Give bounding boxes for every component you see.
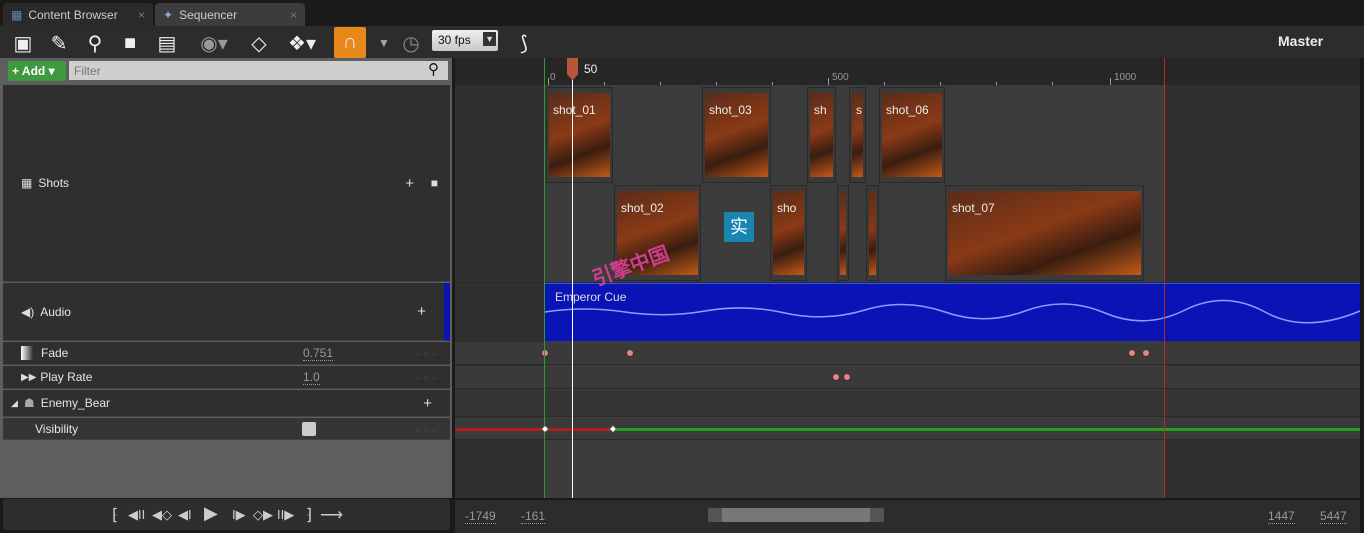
snap-dropdown-icon[interactable]: ▼ [370, 29, 398, 57]
playhead-line [572, 70, 573, 498]
fade-keyframe[interactable] [625, 349, 634, 357]
shot-clip[interactable] [866, 185, 879, 281]
close-icon[interactable]: × [290, 8, 297, 22]
view-end-value[interactable]: 5447 [1320, 509, 1347, 524]
track-audio[interactable]: ◀) Audio + [3, 283, 450, 341]
loop-icon[interactable]: ⟶ [320, 505, 343, 525]
search-icon[interactable]: ⚲ [428, 60, 439, 78]
shot-clip[interactable]: shot_07 [945, 185, 1144, 281]
shot-clip[interactable]: sho [770, 185, 807, 281]
track-play-rate[interactable]: ▶▶ Play Rate 1.0 ←○→ [3, 366, 450, 389]
clock-icon[interactable]: ◷ [397, 29, 425, 57]
save-icon[interactable]: ▣ [9, 29, 37, 57]
track-visibility[interactable]: Visibility ←○→ [3, 418, 450, 440]
add-track-button[interactable]: + [423, 395, 432, 412]
play-icon[interactable]: ▶ [204, 503, 218, 524]
fade-icon [21, 346, 33, 360]
work-start-value[interactable]: -161 [521, 509, 546, 524]
add-button[interactable]: + Add ▾ [8, 61, 66, 81]
curve-icon[interactable]: ⟆ [510, 29, 538, 57]
jump-start-icon[interactable]: ⁅ [112, 505, 118, 525]
play-rate-value[interactable]: 1.0 [303, 370, 320, 385]
work-end-value[interactable]: 1447 [1268, 509, 1295, 524]
eye-icon[interactable]: ◉▾ [196, 29, 232, 57]
edit-icon[interactable]: ✎ [45, 29, 73, 57]
prev-shot-icon[interactable]: ◀II [128, 507, 145, 523]
track-shots[interactable]: ▦ Shots + ■ [3, 85, 450, 282]
add-audio-button[interactable]: + [417, 303, 426, 320]
content-browser-icon: ▦ [11, 7, 23, 22]
chevron-down-icon: ▼ [483, 32, 496, 46]
search-icon[interactable]: ⚲ [81, 29, 109, 57]
fps-dropdown[interactable]: 30 fps ▼ [432, 30, 498, 51]
magnet-icon[interactable]: ∩ [334, 27, 366, 58]
visibility-off-segment [455, 428, 613, 431]
current-frame-label: 50 [584, 62, 598, 76]
next-shot-icon[interactable]: II▶ [277, 507, 294, 523]
next-frame-icon[interactable]: I▶ [232, 507, 246, 523]
key-icon[interactable]: ◇ [245, 29, 273, 57]
track-fade[interactable]: Fade 0.751 ←○→ [3, 342, 450, 365]
key-nav-icon[interactable]: ←○→ [415, 424, 438, 434]
view-start-value[interactable]: -1749 [465, 509, 496, 524]
range-bar [455, 500, 1360, 533]
timeline-scrollbar[interactable] [708, 508, 884, 522]
shot-clip[interactable]: s [849, 87, 866, 183]
add-shot-button[interactable]: + [405, 175, 414, 192]
collapse-icon[interactable]: ◢ [11, 398, 18, 409]
fade-value[interactable]: 0.751 [303, 346, 334, 361]
ruler-label: 0 [550, 72, 556, 83]
track-enemy-bear[interactable]: ◢ ☗ Enemy_Bear + [3, 390, 450, 417]
camera-icon[interactable]: ■ [116, 29, 144, 57]
filter-input[interactable] [69, 61, 448, 80]
ruler-label: 500 [832, 72, 849, 83]
key-nav-icon[interactable]: ←○→ [415, 348, 438, 358]
clapperboard-icon[interactable]: ▤ [153, 29, 181, 57]
master-label: Master [1278, 33, 1324, 49]
play-rate-keyframe[interactable] [843, 373, 851, 381]
key-nav-icon[interactable]: ←○→ [415, 372, 438, 382]
end-marker[interactable] [1164, 58, 1165, 498]
audio-clip[interactable]: Emperor Cue [545, 283, 1360, 341]
grid-icon: ▦ [21, 176, 33, 190]
shot-clip[interactable]: shot_01 [546, 87, 613, 183]
watermark: 实 [724, 212, 754, 242]
sequencer-icon: ✦ [163, 7, 174, 22]
visibility-on-segment [613, 428, 1360, 431]
jump-end-icon[interactable]: ⁆ [306, 505, 312, 525]
ruler-label: 1000 [1114, 72, 1137, 83]
tab-sequencer[interactable]: ✦ Sequencer × [155, 3, 305, 26]
shot-clip[interactable]: shot_03 [702, 87, 771, 183]
play-rate-keyframe[interactable] [831, 373, 840, 381]
close-icon[interactable]: × [138, 8, 145, 22]
keys-icon[interactable]: ❖▾ [284, 29, 320, 57]
shot-clip[interactable] [837, 185, 849, 281]
prev-key-icon[interactable]: ◀◇ [152, 507, 172, 523]
play-rate-icon: ▶▶ [21, 371, 37, 383]
shot-clip[interactable]: sh [807, 87, 836, 183]
actor-icon: ☗ [23, 396, 35, 410]
next-key-icon[interactable]: ◇▶ [253, 507, 273, 523]
visibility-checkbox[interactable] [302, 421, 316, 436]
playback-controls [3, 499, 450, 530]
prev-frame-icon[interactable]: ◀I [178, 507, 192, 523]
speaker-icon: ◀) [21, 304, 35, 319]
camera-icon[interactable]: ■ [431, 176, 438, 190]
tab-content-browser[interactable]: ▦ Content Browser × [3, 3, 153, 26]
shot-clip[interactable]: shot_06 [879, 87, 945, 183]
fade-keyframe[interactable] [541, 349, 549, 357]
